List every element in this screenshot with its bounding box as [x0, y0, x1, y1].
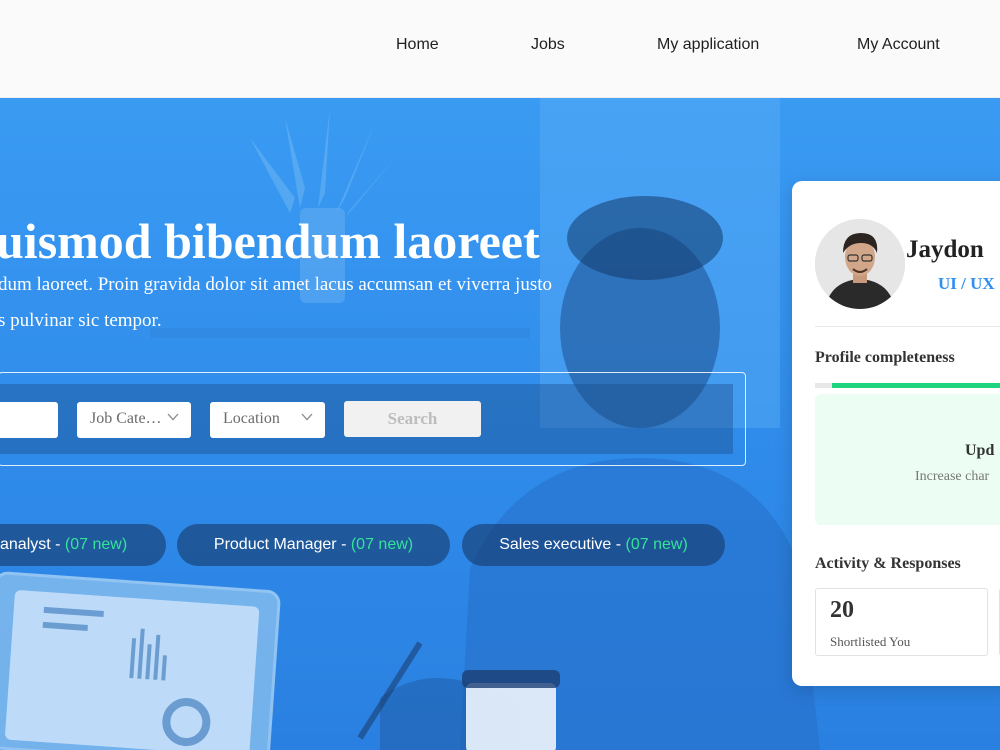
- trending-tag-analyst[interactable]: analyst - (07 new): [0, 524, 166, 566]
- location-value: Location: [223, 410, 280, 427]
- hero-subtext-line-2: s pulvinar sic tempor.: [0, 310, 162, 331]
- update-profile-title: Upd: [965, 442, 995, 459]
- chevron-down-icon: [301, 413, 313, 421]
- tag-new-count: (07 new): [64, 536, 128, 553]
- profile-completeness-title: Profile completeness: [815, 349, 955, 366]
- activity-responses-title: Activity & Responses: [815, 555, 961, 572]
- profile-completeness-bar-fill: [832, 383, 1000, 388]
- tag-label: analyst -: [0, 536, 65, 553]
- tag-label: Sales executive -: [499, 536, 626, 553]
- hero-subtext-line-1: dum laoreet. Proin gravida dolor sit ame…: [0, 274, 552, 295]
- location-select[interactable]: Location: [210, 402, 325, 438]
- job-category-value: Job Cate…: [90, 410, 162, 427]
- nav-my-application-link[interactable]: My application: [657, 36, 759, 54]
- update-profile-box[interactable]: Upd Increase char: [815, 394, 1000, 525]
- profile-completeness-bar: [815, 383, 1000, 388]
- keyword-input[interactable]: [0, 402, 58, 438]
- nav-home-link[interactable]: Home: [396, 36, 439, 54]
- tag-label: Product Manager -: [213, 536, 351, 553]
- trending-tag-product-manager[interactable]: Product Manager - (07 new): [177, 524, 450, 566]
- tag-new-count: (07 new): [350, 536, 414, 553]
- stat-label: Shortlisted You: [830, 634, 911, 649]
- nav-jobs-link[interactable]: Jobs: [531, 36, 565, 54]
- stat-shortlisted-you[interactable]: 20 Shortlisted You: [815, 588, 988, 656]
- profile-name: Jaydon: [906, 236, 984, 263]
- nav-my-account-link[interactable]: My Account: [857, 36, 940, 54]
- search-button[interactable]: Search: [344, 401, 481, 437]
- update-profile-subtitle: Increase char: [915, 469, 990, 484]
- top-navigation-bar: Home Jobs My application My Account: [0, 0, 1000, 98]
- trending-tag-sales-executive[interactable]: Sales executive - (07 new): [462, 524, 725, 566]
- avatar[interactable]: [815, 219, 905, 309]
- stat-value: 20: [830, 597, 854, 623]
- user-avatar-photo: [815, 219, 905, 309]
- divider: [815, 326, 1000, 327]
- chevron-down-icon: [167, 413, 179, 421]
- hero-headline: uismod bibendum laoreet: [0, 213, 540, 269]
- job-category-select[interactable]: Job Cate…: [77, 402, 191, 438]
- tag-new-count: (07 new): [625, 536, 688, 553]
- profile-card: Jaydon UI / UX Profile completeness Upd …: [792, 181, 1000, 686]
- profile-role: UI / UX: [938, 274, 995, 293]
